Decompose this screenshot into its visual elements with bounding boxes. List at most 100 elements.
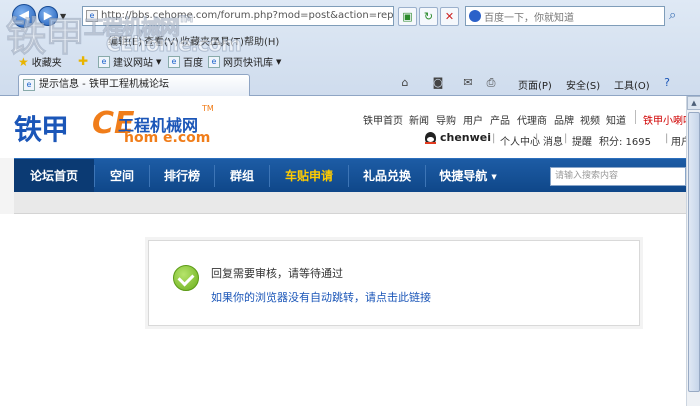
left-gutter	[0, 158, 14, 214]
forward-button[interactable]: ▶	[38, 6, 58, 26]
mail-icon[interactable]: ✉	[461, 76, 475, 90]
star-icon: ★	[18, 54, 29, 69]
topnav-agents[interactable]: 代理商	[517, 112, 547, 127]
notifications-link[interactable]: 提醒	[572, 133, 592, 148]
username[interactable]: chenwei	[440, 131, 491, 144]
user-extra-link[interactable]: 用户	[671, 133, 686, 148]
feeds-icon[interactable]: ◙	[431, 76, 445, 90]
topnav-guide[interactable]: 导购	[436, 112, 456, 127]
tab-title: 提示信息 - 铁甲工程机械论坛	[39, 79, 169, 90]
home-icon[interactable]: ⌂	[398, 76, 412, 90]
arrow-right-icon: ▶	[43, 9, 53, 22]
sub-navbar	[14, 192, 686, 214]
menu-edit[interactable]: 编辑(E)	[108, 33, 142, 48]
address-url: http://bbs.cehome.com/forum.php?mod=post…	[101, 10, 394, 21]
arrow-left-icon: ◀	[19, 8, 29, 23]
topnav-videos[interactable]: 视频	[580, 112, 600, 127]
site-search-input[interactable]: 请输入搜索内容	[550, 167, 686, 186]
logo-main-text: 铁甲	[14, 113, 69, 146]
topnav-news[interactable]: 新闻	[409, 112, 429, 127]
browser-tab-active[interactable]: e 提示信息 - 铁甲工程机械论坛	[18, 74, 250, 96]
tab-favicon-icon: e	[23, 79, 35, 91]
vertical-scrollbar[interactable]: ▲	[686, 96, 700, 406]
topnav-announcement[interactable]: 铁甲小喇叭	[643, 112, 686, 127]
topnav-zhidao[interactable]: 知道	[606, 112, 626, 127]
user-points[interactable]: 积分: 1695	[599, 133, 651, 148]
add-favorite-button[interactable]: ✚	[78, 54, 88, 68]
logo-tm-text: TM	[202, 104, 214, 113]
compatibility-view-button[interactable]: ▣	[398, 7, 417, 26]
page-favicon-icon: e	[86, 10, 98, 22]
refresh-icon: ↻	[423, 10, 434, 23]
nav-tab-groups[interactable]: 群组	[215, 159, 269, 193]
user-divider: |	[564, 133, 568, 144]
refresh-button[interactable]: ↻	[419, 7, 438, 26]
nav-tab-gift-exchange[interactable]: 礼品兑换	[349, 159, 425, 193]
tools-menu[interactable]: 工具(O)	[614, 77, 650, 92]
topnav-products[interactable]: 产品	[490, 112, 510, 127]
topnav-divider	[635, 110, 636, 124]
address-bar[interactable]: e http://bbs.cehome.com/forum.php?mod=po…	[82, 6, 394, 26]
favorites-label: 收藏夹	[31, 58, 62, 69]
user-divider: |	[492, 133, 496, 144]
nav-tab-car-sticker[interactable]: 车贴申请	[270, 159, 348, 193]
quick-nav-label: 快捷导航	[439, 169, 488, 183]
topnav-brands[interactable]: 品牌	[554, 112, 574, 127]
menu-help[interactable]: 帮助(H)	[244, 33, 279, 48]
page-menu[interactable]: 页面(P)	[518, 77, 552, 92]
favorites-button[interactable]: ★ 收藏夹	[18, 54, 62, 70]
browser-search-input[interactable]: 百度一下，你就知道	[465, 6, 665, 26]
search-placeholder: 百度一下，你就知道	[484, 13, 574, 24]
back-button[interactable]: ◀	[12, 4, 36, 28]
redirect-link[interactable]: 如果你的浏览器没有自动跳转，请点击此链接	[211, 289, 431, 305]
browser-chrome: ◀ ▶ ▼ e http://bbs.cehome.com/forum.php?…	[0, 0, 700, 96]
add-star-icon: ✚	[78, 54, 89, 68]
baidu-icon	[469, 10, 481, 22]
stop-button[interactable]: ✕	[440, 7, 459, 26]
web-page: 铁甲 CE 工程机械网 hom e.com TM 铁甲首页 新闻 导购 用户 产…	[0, 96, 686, 406]
main-navbar: 论坛首页 空间 排行榜 群组 车贴申请 礼品兑换 快捷导航 ▼ 请输入搜索内容	[14, 158, 686, 193]
address-row: ◀ ▶ ▼ e http://bbs.cehome.com/forum.php?…	[0, 4, 700, 28]
logo-en-text: hom e.com	[124, 130, 211, 146]
menu-tools[interactable]: 工具(T)	[210, 33, 244, 48]
topnav-home[interactable]: 铁甲首页	[363, 112, 403, 127]
menu-bar: 编辑(E) 查看(V) 收藏夹(A) 工具(T) 帮助(H)	[0, 30, 700, 48]
user-divider: |	[535, 133, 539, 144]
scroll-up-icon[interactable]: ▲	[687, 96, 700, 110]
chevron-down-icon: ▼	[491, 173, 497, 181]
history-dropdown-icon[interactable]: ▼	[60, 12, 66, 21]
menu-view[interactable]: 查看(V)	[144, 33, 179, 48]
webslice-icon: e	[208, 55, 220, 68]
favorite-item-webslice[interactable]: e 网页快讯库 ▼	[208, 54, 281, 69]
favorites-bar: ★ 收藏夹 ✚ e 建议网站 ▼ e 百度 e 网页快讯库 ▼	[0, 51, 700, 71]
search-icon[interactable]: ⌕	[669, 8, 687, 26]
nav-tab-space[interactable]: 空间	[95, 159, 149, 193]
notice-message: 回复需要审核，请等待通过	[211, 267, 343, 280]
user-divider: |	[665, 133, 669, 144]
favorite-baidu-label: 百度	[183, 58, 203, 69]
ie-page-icon: e	[168, 55, 180, 68]
chevron-down-icon: ▼	[156, 57, 162, 66]
favorite-item-suggested[interactable]: e 建议网站 ▼	[98, 54, 161, 69]
qq-penguin-icon	[425, 132, 436, 144]
nav-tab-ranking[interactable]: 排行榜	[150, 159, 214, 193]
safety-menu[interactable]: 安全(S)	[566, 77, 600, 92]
print-icon[interactable]: ⎙	[484, 76, 498, 90]
favorite-webslice-label: 网页快讯库	[223, 58, 273, 69]
favorite-suggested-label: 建议网站	[113, 58, 153, 69]
favorite-item-baidu[interactable]: e 百度	[168, 54, 203, 69]
site-logo[interactable]: 铁甲 CE 工程机械网 hom e.com TM	[14, 104, 214, 150]
topnav-users[interactable]: 用户	[463, 112, 483, 127]
help-icon[interactable]: ?	[660, 76, 674, 90]
user-center-link[interactable]: 个人中心	[500, 133, 540, 148]
nav-tab-quick-nav[interactable]: 快捷导航 ▼	[426, 159, 510, 193]
chevron-down-icon: ▼	[276, 57, 282, 66]
check-circle-icon	[173, 265, 199, 291]
tab-row: e 提示信息 - 铁甲工程机械论坛 ⌂ ◙ ✉ ⎙ 页面(P) 安全(S) 工具…	[0, 71, 700, 96]
close-icon: ✕	[444, 10, 455, 23]
scroll-thumb[interactable]	[688, 112, 700, 392]
nav-tab-forum-home[interactable]: 论坛首页	[14, 159, 94, 193]
compat-icon: ▣	[402, 10, 413, 23]
notice-box: 回复需要审核，请等待通过 如果你的浏览器没有自动跳转，请点击此链接	[148, 240, 640, 326]
messages-link[interactable]: 消息	[543, 133, 563, 148]
